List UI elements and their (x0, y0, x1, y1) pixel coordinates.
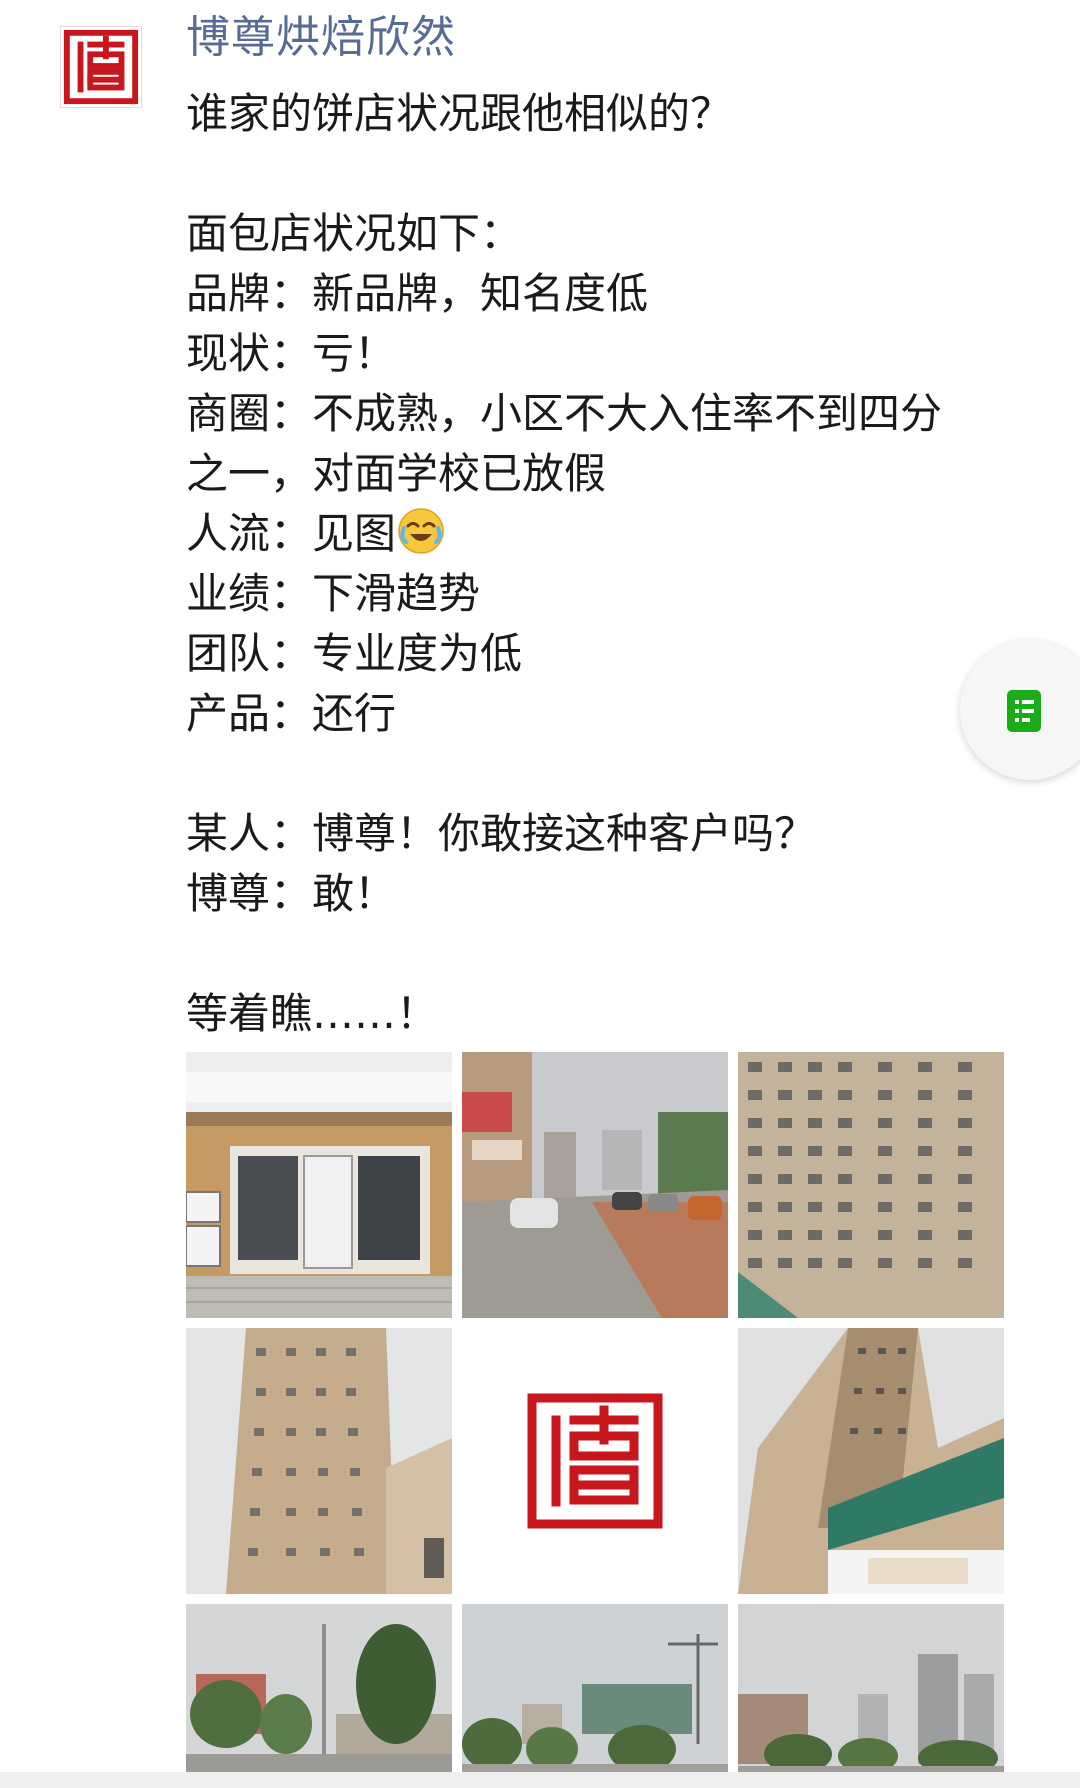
seal-logo-icon (63, 29, 139, 105)
post-line: 产品：还行 (186, 689, 397, 738)
author-name[interactable]: 博尊烘焙欣然 (186, 8, 456, 68)
post-line: 等着瞧……！ (186, 989, 439, 1038)
post-line: 团队：专业度为低 (186, 629, 523, 678)
post-line: 面包店状况如下： (186, 209, 523, 258)
photo-street[interactable] (462, 1052, 728, 1318)
post-line: 博尊：敢！ (186, 869, 397, 918)
post-line: 某人：博尊！你敢接这种客户吗？ (186, 809, 817, 858)
photo-tower[interactable] (186, 1328, 452, 1594)
post-line-blank (186, 144, 1046, 204)
crying-laughing-emoji-icon (396, 506, 446, 556)
post-line: 品牌：新品牌，知名度低 (186, 269, 649, 318)
post-line: 之一，对面学校已放假 (186, 449, 607, 498)
photo-distant-towers[interactable] (738, 1604, 1004, 1780)
photo-trees[interactable] (186, 1604, 452, 1780)
photo-apartment[interactable] (738, 1052, 1004, 1318)
seal-logo-icon (462, 1328, 728, 1594)
avatar[interactable] (60, 26, 142, 108)
post-line-with-emoji: 人流：见图 (186, 504, 1046, 564)
post-line-blank (186, 744, 1046, 804)
post-line: 谁家的饼店状况跟他相似的？ (186, 89, 733, 138)
post-line: 业绩：下滑趋势 (186, 569, 481, 618)
post-line-text: 人流：见图 (186, 509, 397, 558)
post-line: 商圈：不成熟，小区不大入住率不到四分 (186, 389, 943, 438)
photo-skyline[interactable] (462, 1604, 728, 1780)
bottom-edge (0, 1772, 1080, 1788)
photo-storefront[interactable] (186, 1052, 452, 1318)
document-icon (1007, 690, 1041, 732)
photo-logo[interactable] (462, 1328, 728, 1594)
post-text: 谁家的饼店状况跟他相似的？ 面包店状况如下： 品牌：新品牌，知名度低 现状：亏！… (186, 84, 1046, 1044)
photo-building-sign[interactable] (738, 1328, 1004, 1594)
post-line-blank (186, 924, 1046, 984)
post-line: 现状：亏！ (186, 329, 397, 378)
photo-grid (186, 1052, 1004, 1780)
